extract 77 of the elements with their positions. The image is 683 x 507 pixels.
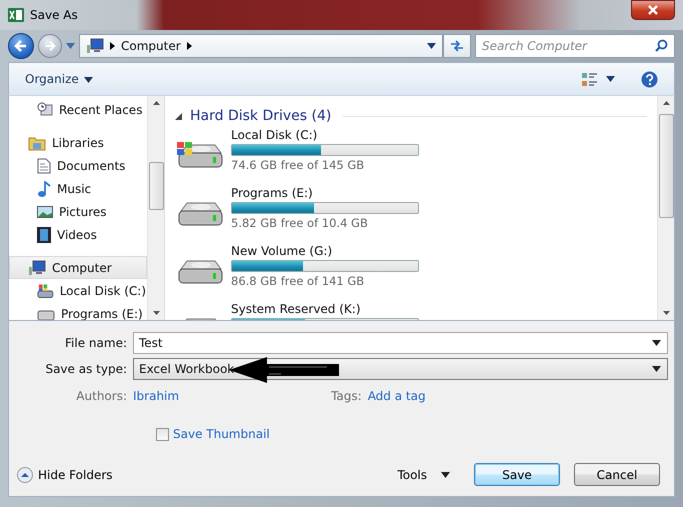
music-note-icon xyxy=(37,180,51,196)
drive-name: Programs (E:) xyxy=(231,186,314,200)
save-button[interactable]: Save xyxy=(474,463,560,486)
organize-menu[interactable]: Organize xyxy=(25,72,93,86)
tools-menu[interactable]: Tools xyxy=(397,468,450,482)
back-arrow-icon xyxy=(14,39,28,53)
file-name-label: File name: xyxy=(64,336,127,350)
drive-name: New Volume (G:) xyxy=(231,244,334,258)
search-icon xyxy=(655,39,668,52)
film-icon xyxy=(37,226,51,242)
view-options-icon[interactable] xyxy=(582,72,598,86)
drive-name: System Reserved (K:) xyxy=(231,302,362,316)
sidebar-item[interactable]: Computer xyxy=(9,256,147,279)
cancel-button[interactable]: Cancel xyxy=(574,463,660,486)
scroll-up-icon[interactable] xyxy=(662,101,670,105)
sidebar-item[interactable]: Programs (E:) xyxy=(9,302,147,320)
free-space-text: 74.6 GB free of 145 GB xyxy=(231,158,366,172)
collapse-triangle-icon[interactable] xyxy=(175,112,182,120)
collapse-up-icon xyxy=(17,466,33,482)
drive-item[interactable]: New Volume (G:) 86.8 GB free of 141 GB xyxy=(175,244,647,300)
sidebar-item[interactable]: Libraries xyxy=(9,131,147,154)
back-button[interactable] xyxy=(8,33,34,59)
close-button[interactable] xyxy=(631,0,675,20)
drive-item[interactable]: Programs (E:) 5.82 GB free of 10.4 GB xyxy=(175,186,647,242)
refresh-button[interactable] xyxy=(443,34,471,58)
sidebar-item[interactable]: Videos xyxy=(9,223,147,246)
sidebar-item[interactable]: Pictures xyxy=(9,200,147,223)
group-header[interactable]: Hard Disk Drives (4) xyxy=(190,108,332,124)
caret-icon xyxy=(84,76,93,83)
dropdown-caret-icon xyxy=(652,366,661,372)
computer-icon xyxy=(28,260,46,276)
dropdown-caret-icon[interactable] xyxy=(427,43,436,49)
drive-name: Local Disk (C:) xyxy=(231,128,318,142)
save-type-label: Save as type: xyxy=(44,362,127,376)
recent-places-icon xyxy=(37,102,53,118)
scroll-thumb[interactable] xyxy=(148,162,164,210)
dropdown-caret-icon xyxy=(652,340,661,346)
scroll-thumb[interactable] xyxy=(658,114,674,218)
window-title: Save As xyxy=(30,8,78,22)
authors-label: Authors: xyxy=(75,389,127,403)
search-field[interactable]: Search Computer xyxy=(475,34,675,58)
file-name-field[interactable]: Test xyxy=(133,332,668,354)
tags-label: Tags: xyxy=(331,389,362,403)
computer-icon xyxy=(86,38,104,54)
scroll-up-icon[interactable] xyxy=(152,101,160,105)
sidebar-item[interactable]: Music xyxy=(9,177,147,200)
drive-icon xyxy=(37,282,54,298)
help-icon[interactable] xyxy=(641,70,658,88)
sidebar-item[interactable]: Documents xyxy=(9,154,147,177)
scrollbar[interactable] xyxy=(657,96,674,320)
authors-link[interactable]: Ibrahim xyxy=(133,389,180,403)
drive-item[interactable]: Local Disk (C:) 74.6 GB free of 145 GB xyxy=(175,128,647,184)
tags-link[interactable]: Add a tag xyxy=(368,389,426,403)
refresh-arrows-icon xyxy=(449,39,465,53)
address-bar[interactable]: Computer xyxy=(79,34,443,58)
forward-arrow-icon xyxy=(44,40,56,52)
chevron-icon[interactable] xyxy=(110,42,115,50)
folder-icon xyxy=(28,134,46,150)
view-caret-icon[interactable] xyxy=(606,76,615,82)
free-space-text: 5.82 GB free of 10.4 GB xyxy=(231,216,369,230)
sidebar-item[interactable]: Local Disk (C:) xyxy=(9,279,147,302)
free-space-text: 86.8 GB free of 141 GB xyxy=(231,274,366,288)
scroll-down-icon[interactable] xyxy=(662,311,670,315)
caret-icon xyxy=(441,472,450,478)
sidebar-item[interactable]: Recent Places xyxy=(9,98,147,121)
picture-icon xyxy=(37,204,53,218)
breadcrumb[interactable]: Computer xyxy=(121,39,181,53)
close-icon xyxy=(647,5,659,15)
history-caret-icon[interactable] xyxy=(66,43,75,49)
document-icon xyxy=(37,158,51,174)
excel-icon xyxy=(8,7,24,23)
scrollbar[interactable] xyxy=(147,96,164,320)
hide-folders-button[interactable]: Hide Folders xyxy=(17,466,113,482)
scroll-down-icon[interactable] xyxy=(152,311,160,315)
chevron-icon[interactable] xyxy=(186,42,192,50)
checkbox-label[interactable]: Save Thumbnail xyxy=(173,427,270,441)
checkbox[interactable] xyxy=(156,428,169,440)
